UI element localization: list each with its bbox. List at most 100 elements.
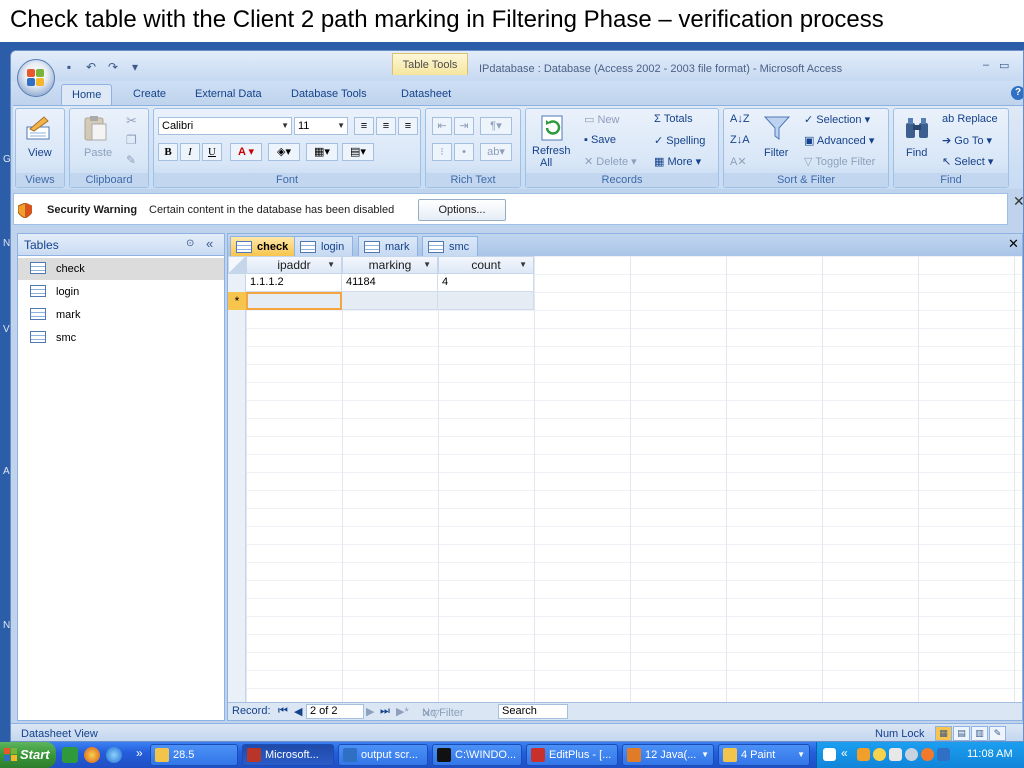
nav-dropdown-icon[interactable]: ⊙ [186, 238, 194, 249]
tab-create[interactable]: Create [123, 84, 176, 105]
next-record-icon[interactable]: ▶ [366, 705, 374, 718]
doc-tab-login[interactable]: login [294, 236, 354, 256]
java-tray-icon[interactable] [857, 748, 870, 761]
copy-icon[interactable]: ❐ [126, 133, 137, 147]
help-icon[interactable]: ? [1011, 86, 1023, 100]
column-dropdown-icon[interactable]: ▼ [519, 257, 527, 273]
tab-datasheet[interactable]: Datasheet [391, 84, 461, 105]
sort-ascending-icon[interactable]: A↓Z [730, 113, 750, 125]
cell-marking[interactable]: 41184 [342, 274, 438, 292]
tab-database-tools[interactable]: Database Tools [281, 84, 377, 105]
format-painter-icon[interactable]: ✎ [126, 153, 136, 167]
font-family-select[interactable]: Calibri ▼ [158, 117, 292, 135]
cell-ipaddr[interactable]: 1.1.1.2 [246, 274, 342, 292]
selection-button[interactable]: ✓ Selection ▾ [804, 113, 870, 126]
tray-expand-icon[interactable]: « [841, 746, 848, 760]
undo-icon[interactable]: ↶ [83, 60, 99, 74]
sort-descending-icon[interactable]: Z↓A [730, 134, 750, 146]
underline-button[interactable]: U [202, 143, 222, 161]
task-access[interactable]: Microsoft... [242, 744, 334, 766]
align-left-icon[interactable]: ≡ [354, 117, 374, 135]
security-tray-icon[interactable] [873, 748, 886, 761]
delete-record-button[interactable]: ✕ Delete ▾ [584, 155, 637, 168]
find-button[interactable]: Find [906, 147, 927, 159]
advanced-button[interactable]: ▣ Advanced ▾ [804, 134, 874, 147]
text-direction-icon[interactable]: ¶▾ [480, 117, 512, 135]
refresh-all-button[interactable]: Refresh [532, 145, 571, 157]
numbering-icon[interactable]: ⁝ [432, 143, 452, 161]
task-paint[interactable]: 4 Paint ▼ [718, 744, 810, 766]
task-folder[interactable]: 28.5 [150, 744, 238, 766]
network-tray-icon[interactable] [889, 748, 902, 761]
search-input[interactable]: Search [498, 704, 568, 719]
new-row-cell-count[interactable] [438, 292, 534, 310]
save-icon[interactable]: ▪ [61, 60, 77, 74]
column-dropdown-icon[interactable]: ▼ [327, 257, 335, 273]
pivot-chart-view-icon[interactable]: ▥ [971, 726, 988, 741]
nav-collapse-icon[interactable]: « [206, 236, 213, 251]
customize-icon[interactable]: ▾ [127, 60, 143, 74]
totals-button[interactable]: Σ Totals [654, 113, 693, 125]
options-button[interactable]: Options... [418, 199, 506, 221]
new-record-marker[interactable]: * [228, 292, 246, 310]
messenger-tray-icon[interactable] [905, 748, 918, 761]
previous-record-icon[interactable]: ◀ [294, 705, 302, 718]
replace-button[interactable]: ab Replace [942, 113, 998, 125]
nav-item-mark[interactable]: mark [18, 304, 224, 326]
close-security-bar-icon[interactable]: ✕ [1013, 193, 1023, 210]
view-button[interactable]: View [28, 147, 52, 159]
redo-icon[interactable]: ↷ [105, 60, 121, 74]
column-header-ipaddr[interactable]: ipaddr ▼ [246, 256, 342, 274]
spelling-button[interactable]: ✓ Spelling [654, 134, 705, 147]
doc-tab-check[interactable]: check [230, 236, 298, 256]
task-editplus[interactable]: EditPlus - [... [526, 744, 618, 766]
new-record-button[interactable]: ▭ New [584, 113, 619, 126]
select-all-corner[interactable] [228, 256, 246, 274]
font-color-button[interactable]: A ▾ [230, 143, 262, 161]
column-header-count[interactable]: count ▼ [438, 256, 534, 274]
more-button[interactable]: ▦ More ▾ [654, 155, 701, 168]
quicklaunch-ie-icon[interactable] [106, 747, 122, 763]
current-record-field[interactable]: 2 of 2 [306, 704, 364, 719]
save-record-button[interactable]: ▪ Save [584, 134, 616, 146]
update-tray-icon[interactable] [921, 748, 934, 761]
cell-count[interactable]: 4 [438, 274, 534, 292]
start-button[interactable]: Start [0, 742, 56, 768]
gridlines-icon[interactable]: ▦▾ [306, 143, 338, 161]
nav-item-smc[interactable]: smc [18, 327, 224, 349]
doc-tab-smc[interactable]: smc [422, 236, 479, 256]
bold-button[interactable]: B [158, 143, 178, 161]
toggle-filter-button[interactable]: ▽ Toggle Filter [804, 155, 875, 168]
column-dropdown-icon[interactable]: ▼ [423, 257, 431, 273]
office-button[interactable] [17, 59, 55, 97]
tab-external-data[interactable]: External Data [185, 84, 272, 105]
new-row-cell-ipaddr[interactable] [246, 292, 342, 310]
tab-home[interactable]: Home [61, 84, 113, 105]
alternate-fill-icon[interactable]: ▤▾ [342, 143, 374, 161]
task-java[interactable]: 12 Java(... ▼ [622, 744, 714, 766]
decrease-indent-icon[interactable]: ⇤ [432, 117, 452, 135]
goto-button[interactable]: ➔ Go To ▾ [942, 134, 992, 147]
align-right-icon[interactable]: ≡ [398, 117, 418, 135]
quicklaunch-chrome-icon[interactable] [84, 747, 100, 763]
increase-indent-icon[interactable]: ⇥ [454, 117, 474, 135]
filter-button[interactable]: Filter [764, 147, 788, 159]
clear-sort-icon[interactable]: A✕ [730, 155, 747, 168]
task-cmd[interactable]: C:\WINDO... [432, 744, 522, 766]
nav-item-login[interactable]: login [18, 281, 224, 303]
doc-tab-mark[interactable]: mark [358, 236, 419, 256]
font-size-select[interactable]: 11 ▼ [294, 117, 348, 135]
new-record-nav-icon[interactable]: ▶* [396, 705, 409, 718]
design-view-icon[interactable]: ✎ [989, 726, 1006, 741]
paste-button[interactable]: Paste [84, 147, 112, 159]
minimize-button[interactable]: – [981, 59, 991, 72]
nav-item-check[interactable]: check [18, 258, 224, 280]
last-record-icon[interactable]: ⏭ [380, 705, 390, 718]
nav-header[interactable]: Tables ⊙ « [18, 234, 224, 256]
datasheet-view-icon[interactable]: ▦ [935, 726, 952, 741]
align-center-icon[interactable]: ≡ [376, 117, 396, 135]
fill-color-icon[interactable]: ◈▾ [268, 143, 300, 161]
maximize-button[interactable]: ▭ [999, 59, 1009, 72]
help-tray-icon[interactable] [823, 748, 836, 761]
new-row-cell-marking[interactable] [342, 292, 438, 310]
